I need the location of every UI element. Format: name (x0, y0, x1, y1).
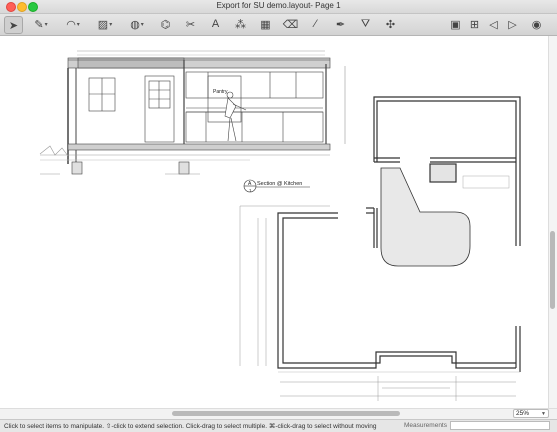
next-page-tool-button[interactable]: ▷ (504, 16, 521, 32)
add-page-tool-button[interactable]: ⊞ (466, 16, 483, 32)
label-tool-icon: ⁂ (235, 18, 246, 31)
presentation-tool-button[interactable]: ▣ (447, 16, 464, 32)
arc-tool-button[interactable]: ◠ ▾ (61, 16, 85, 32)
dropdown-triangle-icon: ▾ (109, 21, 113, 28)
title-bar: Export for SU demo.layout- Page 1 (0, 0, 557, 14)
chevron-down-icon: ▼ (541, 410, 546, 417)
user-account-tool-button[interactable]: ◉ (528, 16, 545, 32)
presentation-tool-icon: ▣ (450, 18, 461, 31)
circle-tool-icon: ◍ (130, 18, 140, 31)
status-hint: Click to select items to manipulate. ⇧-c… (4, 423, 377, 430)
document-canvas[interactable]: Pantry A 1 Section @ Kitchen (0, 36, 549, 408)
split-tool-icon: ✣ (385, 18, 396, 31)
table-tool-button[interactable]: ▦ (257, 16, 274, 32)
zoom-value: 25% (516, 410, 530, 417)
previous-page-tool-button[interactable]: ◁ (485, 16, 502, 32)
style-picker-tool-icon: ⁄ (314, 18, 317, 30)
vertical-scroll-thumb[interactable] (550, 231, 555, 309)
drawing-sheet: Pantry A 1 Section @ Kitchen (39, 50, 521, 401)
pantry-label: Pantry (213, 89, 228, 95)
table-tool-icon: ▦ (260, 18, 271, 31)
window-title: Export for SU demo.layout- Page 1 (216, 1, 341, 10)
scissors-tool-icon: ✂ (185, 18, 196, 31)
paint-tool-button[interactable]: ✒ (332, 16, 349, 32)
rectangle-tool-icon: ▨ (97, 18, 109, 31)
select-tool-button[interactable]: ➤ (4, 16, 23, 34)
elevation-section (39, 50, 346, 193)
dropdown-triangle-icon: ▾ (76, 21, 80, 28)
plan-dimensions (239, 205, 516, 401)
dropdown-triangle-icon: ▾ (140, 21, 144, 28)
select-tool-icon: ➤ (8, 19, 19, 32)
style-picker-tool-button[interactable]: ⁄ (307, 16, 324, 32)
user-account-tool-icon: ◉ (531, 18, 542, 31)
rectangle-tool-button[interactable]: ▨ ▾ (93, 16, 117, 32)
horizontal-scroll-thumb[interactable] (172, 411, 400, 416)
measurements-label: Measurements (404, 422, 447, 429)
next-page-tool-icon: ▷ (508, 18, 517, 31)
offset-tool-button[interactable]: ⌬ (157, 16, 174, 32)
join-tool-button[interactable]: ⛛ (357, 16, 374, 32)
status-bar: Click to select items to manipulate. ⇧-c… (0, 419, 557, 432)
arc-tool-icon: ◠ (66, 18, 76, 31)
pencil-tool-button[interactable]: ✎ ▾ (29, 16, 53, 32)
add-page-tool-icon: ⊞ (469, 18, 480, 31)
split-tool-button[interactable]: ✣ (382, 16, 399, 32)
pencil-tool-icon: ✎ (34, 18, 44, 31)
eraser-tool-button[interactable]: ⌫ (282, 16, 299, 32)
circle-tool-button[interactable]: ◍ ▾ (125, 16, 149, 32)
measurements-field[interactable] (450, 421, 550, 430)
dropdown-triangle-icon: ▾ (44, 21, 48, 28)
paint-tool-icon: ✒ (335, 18, 346, 31)
scissors-tool-button[interactable]: ✂ (182, 16, 199, 32)
label-tool-button[interactable]: ⁂ (232, 16, 249, 32)
horizontal-scrollbar[interactable]: 25% ▼ (0, 408, 557, 419)
previous-page-tool-icon: ◁ (489, 18, 498, 31)
offset-tool-icon: ⌬ (160, 18, 171, 31)
zoom-select[interactable]: 25% ▼ (513, 409, 549, 418)
section-title: Section @ Kitchen (257, 181, 302, 187)
join-tool-icon: ⛛ (360, 17, 371, 30)
vertical-scrollbar[interactable] (548, 36, 557, 408)
text-tool-icon: A (211, 18, 220, 30)
toolbar: ➤ ✎ ▾ ◠ ▾ ▨ ▾ ◍ ▾ ⌬ ✂ A ⁂ ▦ ⌫ ⁄ ✒ ⛛ ✣ ▣ ⊞ ◁ ▷ ◉ (0, 14, 557, 36)
floor-plan (277, 96, 521, 373)
eraser-tool-icon: ⌫ (282, 18, 299, 31)
text-tool-button[interactable]: A (207, 16, 224, 32)
